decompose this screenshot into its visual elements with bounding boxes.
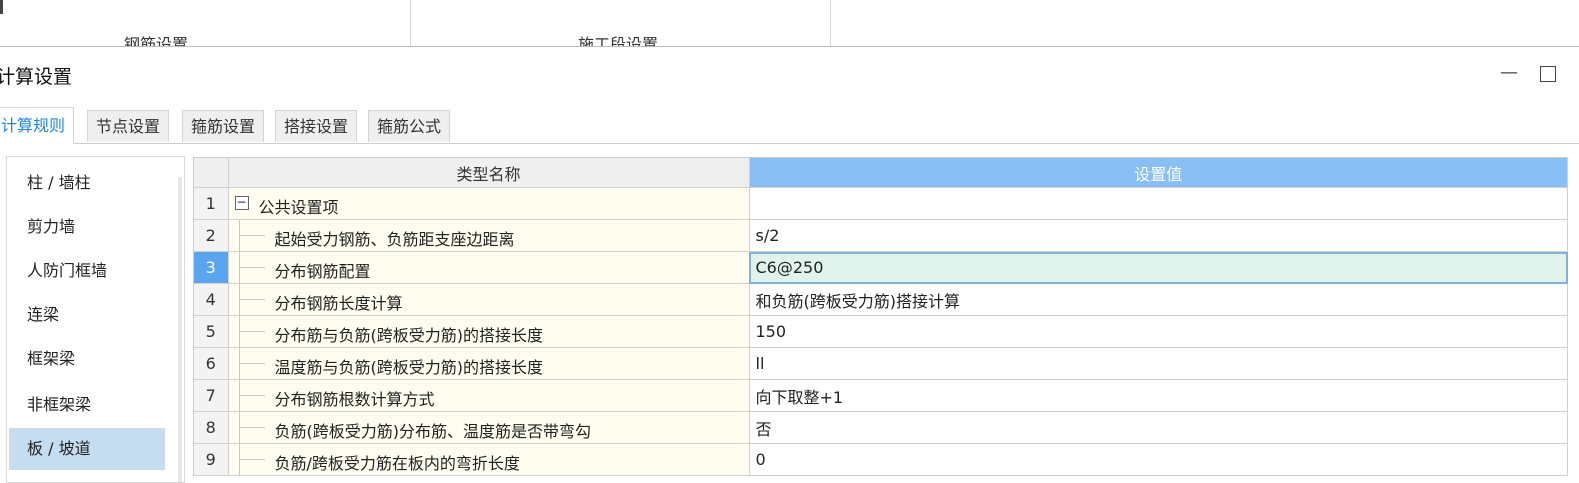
side-list-scrollbar[interactable] <box>178 177 182 482</box>
setting-name: 负筋(跨板受力筋)分布筋、温度筋是否带弯勾 <box>274 422 592 441</box>
tab-stirrup-formula[interactable]: 箍筋公式 <box>368 110 451 142</box>
tree-connector <box>238 459 265 460</box>
setting-name: 分布钢筋根数计算方式 <box>274 390 435 409</box>
setting-name: 负筋/跨板受力筋在板内的弯折长度 <box>274 454 520 473</box>
tree-connector <box>238 331 265 332</box>
setting-name: 温度筋与负筋(跨板受力筋)的搭接长度 <box>274 358 544 377</box>
side-item-coupling-beam[interactable]: 连梁 <box>9 294 165 336</box>
tab-stirrup-settings[interactable]: 箍筋设置 <box>182 110 265 142</box>
tree-connector <box>238 363 265 364</box>
setting-value-cell[interactable]: ll <box>749 347 1568 380</box>
tree-connector <box>238 427 265 428</box>
row-number: 6 <box>194 347 229 380</box>
setting-value-cell[interactable] <box>749 187 1568 220</box>
group-label: 公共设置项 <box>258 198 339 217</box>
maximize-icon[interactable] <box>1540 66 1556 82</box>
side-item-non-frame-beam[interactable]: 非框架梁 <box>9 384 165 426</box>
toolbar-divider <box>410 0 411 46</box>
tree-connector <box>238 299 265 300</box>
table-row[interactable]: 1 − 公共设置项 <box>194 187 1568 220</box>
table-row[interactable]: 7 分布钢筋根数计算方式 向下取整+1 <box>194 379 1568 412</box>
tree-connector <box>238 267 265 268</box>
tree-connector <box>238 235 265 236</box>
table-row[interactable]: 2 起始受力钢筋、负筋距支座边距离 s/2 <box>194 219 1568 252</box>
setting-value-cell[interactable]: s/2 <box>749 219 1568 252</box>
tree-connector <box>238 395 265 396</box>
side-item-civil-defense-wall[interactable]: 人防门框墙 <box>9 250 165 292</box>
row-number: 9 <box>194 443 229 476</box>
settings-tabs: 计算规则 节点设置 箍筋设置 搭接设置 箍筋公式 <box>0 107 1579 144</box>
table-row[interactable]: 6 温度筋与负筋(跨板受力筋)的搭接长度 ll <box>194 347 1568 380</box>
setting-value-cell[interactable]: 否 <box>749 411 1568 444</box>
side-item-slab-ramp[interactable]: 板 / 坡道 <box>9 428 165 470</box>
component-type-list: 柱 / 墙柱 剪力墙 人防门框墙 连梁 框架梁 非框架梁 板 / 坡道 <box>6 156 185 483</box>
type-name-cell[interactable]: 负筋(跨板受力筋)分布筋、温度筋是否带弯勾 <box>228 411 750 444</box>
top-toolbar: 钢筋设置 施工段设置 <box>0 0 1579 47</box>
setting-name: 分布钢筋配置 <box>274 262 371 281</box>
setting-value-header[interactable]: 设置值 <box>749 158 1568 188</box>
tab-calculation-rules[interactable]: 计算规则 <box>0 107 75 144</box>
minimize-icon[interactable]: — <box>1500 62 1518 83</box>
settings-grid: 类型名称 设置值 1 − 公共设置项 2 起始受力钢筋、负筋距支座边距离 s/2 <box>193 157 1568 476</box>
type-name-header[interactable]: 类型名称 <box>228 158 750 188</box>
collapse-icon[interactable]: − <box>234 196 249 210</box>
type-name-cell[interactable]: − 公共设置项 <box>228 187 750 220</box>
row-number: 1 <box>194 187 229 220</box>
side-item-column[interactable]: 柱 / 墙柱 <box>9 162 165 204</box>
row-number: 3 <box>194 251 229 284</box>
toolbar-edge-mark <box>0 0 3 14</box>
setting-value-cell[interactable]: 150 <box>749 315 1568 348</box>
table-row[interactable]: 5 分布筋与负筋(跨板受力筋)的搭接长度 150 <box>194 315 1568 348</box>
toolbar-divider <box>830 0 831 46</box>
setting-name: 分布钢筋长度计算 <box>274 294 403 313</box>
row-number-header <box>194 158 229 188</box>
rebar-settings-button[interactable]: 钢筋设置 <box>124 31 188 46</box>
table-row[interactable]: 9 负筋/跨板受力筋在板内的弯折长度 0 <box>194 443 1568 476</box>
tab-node-settings[interactable]: 节点设置 <box>87 110 170 142</box>
type-name-cell[interactable]: 分布钢筋长度计算 <box>228 283 750 316</box>
row-number: 8 <box>194 411 229 444</box>
type-name-cell[interactable]: 分布钢筋根数计算方式 <box>228 379 750 412</box>
setting-value-cell[interactable]: 向下取整+1 <box>749 379 1568 412</box>
table-row[interactable]: 8 负筋(跨板受力筋)分布筋、温度筋是否带弯勾 否 <box>194 411 1568 444</box>
row-number: 7 <box>194 379 229 412</box>
row-number: 4 <box>194 283 229 316</box>
type-name-cell[interactable]: 负筋/跨板受力筋在板内的弯折长度 <box>228 443 750 476</box>
type-name-cell[interactable]: 温度筋与负筋(跨板受力筋)的搭接长度 <box>228 347 750 380</box>
setting-name: 分布筋与负筋(跨板受力筋)的搭接长度 <box>274 326 544 345</box>
side-item-shear-wall[interactable]: 剪力墙 <box>9 206 165 248</box>
construction-section-settings-button[interactable]: 施工段设置 <box>578 31 658 46</box>
table-row[interactable]: 3 分布钢筋配置 C6@250 <box>194 251 1568 284</box>
type-name-cell[interactable]: 起始受力钢筋、负筋距支座边距离 <box>228 219 750 252</box>
setting-value-cell[interactable]: C6@250 <box>749 251 1568 284</box>
type-name-cell[interactable]: 分布钢筋配置 <box>228 251 750 284</box>
window-title: 计算设置 <box>0 66 73 88</box>
setting-value-cell[interactable]: 和负筋(跨板受力筋)搭接计算 <box>749 283 1568 316</box>
tab-lap-settings[interactable]: 搭接设置 <box>275 110 358 142</box>
setting-name: 起始受力钢筋、负筋距支座边距离 <box>274 230 515 249</box>
row-number: 2 <box>194 219 229 252</box>
row-number: 5 <box>194 315 229 348</box>
type-name-cell[interactable]: 分布筋与负筋(跨板受力筋)的搭接长度 <box>228 315 750 348</box>
side-item-frame-beam[interactable]: 框架梁 <box>9 338 165 380</box>
setting-value-cell[interactable]: 0 <box>749 443 1568 476</box>
table-row[interactable]: 4 分布钢筋长度计算 和负筋(跨板受力筋)搭接计算 <box>194 283 1568 316</box>
